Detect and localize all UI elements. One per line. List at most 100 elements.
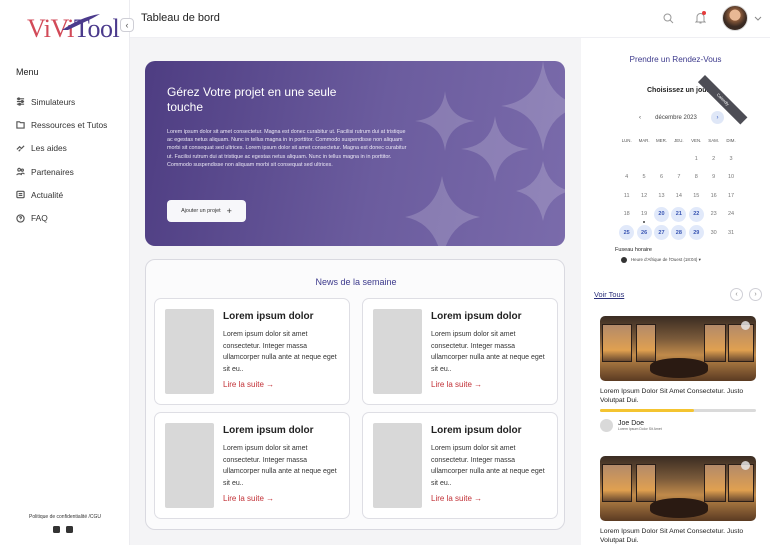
users-icon xyxy=(16,167,25,176)
right-panel: Prendre un Rendez-Vous Choisissez un jou… xyxy=(581,38,770,545)
read-more-link[interactable]: Lire la suite → xyxy=(223,494,274,503)
question-icon xyxy=(16,213,25,223)
calendar-empty xyxy=(635,150,652,169)
sidebar-item-partenaires[interactable]: Partenaires xyxy=(16,160,107,183)
menu-title: Menu xyxy=(16,67,39,77)
calendar-day: 30 xyxy=(710,229,717,236)
sidebar-item-label: FAQ xyxy=(31,213,48,224)
calendar-day: 14 xyxy=(675,192,682,199)
calendar-day[interactable]: 29 xyxy=(688,224,705,243)
read-more-label: Lire la suite xyxy=(223,494,264,503)
read-more-link[interactable]: Lire la suite → xyxy=(431,380,482,389)
timezone-value: Heure d'Afrique de l'Ouest (18:04) ▾ xyxy=(631,257,701,262)
timezone-select[interactable]: Heure d'Afrique de l'Ouest (18:04) ▾ xyxy=(621,257,701,263)
window-shape xyxy=(636,464,656,502)
arrow-right-icon: → xyxy=(474,380,483,389)
read-more-link[interactable]: Lire la suite → xyxy=(431,494,482,503)
calendar-day[interactable]: 22 xyxy=(688,205,705,224)
table-shape xyxy=(650,498,708,518)
calendar-empty xyxy=(670,150,687,169)
news-thumbnail xyxy=(373,423,422,508)
calendar-day: 12 xyxy=(641,192,648,199)
window-shape xyxy=(728,324,754,362)
sidebar-item-label: Ressources et Tutos xyxy=(31,119,108,130)
window-shape xyxy=(602,464,632,502)
calendar-day: 15 xyxy=(693,192,700,199)
video-thumbnail[interactable] xyxy=(600,456,756,521)
calendar-day[interactable]: 27 xyxy=(653,224,670,243)
calendar-day[interactable]: 26 xyxy=(635,224,652,243)
news-card[interactable]: Lorem ipsum dolor Lorem ipsum dolor sit … xyxy=(362,412,558,519)
topbar: Tableau de bord xyxy=(130,0,770,38)
sidebar-item-simulateurs[interactable]: Simulateurs xyxy=(16,90,107,113)
share-icon[interactable] xyxy=(741,321,750,330)
video-progress xyxy=(600,409,756,412)
calendar-day[interactable]: 21 xyxy=(670,205,687,224)
news-thumbnail xyxy=(165,423,214,508)
read-more-label: Lire la suite xyxy=(431,494,472,503)
calendar-day: 31 xyxy=(727,229,735,236)
video-title: Lorem Ipsum Dolor Sit Amet Consectetur. … xyxy=(600,528,744,544)
calendar-day: 3 xyxy=(729,155,733,162)
calendar-day[interactable]: 28 xyxy=(670,224,687,243)
window-shape xyxy=(636,324,656,362)
timezone-label: Fuseau horaire xyxy=(615,247,652,253)
calendar-day: 6 xyxy=(659,174,663,181)
news-card[interactable]: Lorem ipsum dolor Lorem ipsum dolor sit … xyxy=(154,412,350,519)
avatar[interactable] xyxy=(722,5,748,31)
calendar-day: 8 xyxy=(694,174,698,181)
read-more-label: Lire la suite xyxy=(223,380,264,389)
arrow-right-icon: → xyxy=(266,494,275,503)
news-card[interactable]: Lorem ipsum dolor Lorem ipsum dolor sit … xyxy=(154,298,350,405)
sidebar-item-actualite[interactable]: Actualité xyxy=(16,183,107,206)
share-icon[interactable] xyxy=(741,461,750,470)
search-icon[interactable] xyxy=(663,13,674,24)
linkedin-icon[interactable] xyxy=(53,526,60,533)
sidebar-item-label: Simulateurs xyxy=(31,96,76,107)
sidebar-item-faq[interactable]: FAQ xyxy=(16,206,107,229)
arrow-right-icon: → xyxy=(474,494,483,503)
news-section: News de la semaine Lorem ipsum dolor Lor… xyxy=(145,259,565,530)
window-shape xyxy=(728,464,754,502)
news-card-body: Lorem ipsum dolor sit amet consectetur. … xyxy=(223,331,337,374)
sidebar-item-label: Actualité xyxy=(31,189,64,200)
calendar-day[interactable]: 20 xyxy=(653,205,670,224)
news-card-title: Lorem ipsum dolor xyxy=(431,425,522,436)
sidebar-item-aides[interactable]: Les aides xyxy=(16,137,107,160)
carousel-prev-button[interactable]: ‹ xyxy=(730,288,743,301)
video-thumbnail[interactable] xyxy=(600,316,756,381)
next-month-button[interactable]: › xyxy=(710,111,724,124)
sidebar-item-ressources[interactable]: Ressources et Tutos xyxy=(16,113,107,136)
calendar-day: 10 xyxy=(727,174,735,181)
handshake-icon xyxy=(16,145,25,152)
month-navigation: ‹ décembre 2023 › xyxy=(639,111,724,124)
video-progress-fill xyxy=(600,409,694,412)
hero-description: Lorem ipsum dolor sit amet consectetur. … xyxy=(167,129,407,168)
news-card-body: Lorem ipsum dolor sit amet consectetur. … xyxy=(223,445,337,488)
news-card[interactable]: Lorem ipsum dolor Lorem ipsum dolor sit … xyxy=(362,298,558,405)
see-all-link[interactable]: Voir Tous xyxy=(594,290,624,299)
video-author: Joe Doe Lorem Ipsum Dolor Sit Amet xyxy=(600,419,662,432)
calendar-day[interactable]: 25 xyxy=(618,224,635,243)
collapse-sidebar-button[interactable]: ‹ xyxy=(120,18,134,32)
author-subtitle: Lorem Ipsum Dolor Sit Amet xyxy=(618,427,662,431)
read-more-link[interactable]: Lire la suite → xyxy=(223,380,274,389)
table-shape xyxy=(650,358,708,378)
calendar-day: 17 xyxy=(727,192,735,199)
chevron-down-icon[interactable] xyxy=(754,14,762,22)
news-icon xyxy=(16,191,25,199)
prev-month-button[interactable]: ‹ xyxy=(639,115,641,121)
window-shape xyxy=(704,464,726,502)
youtube-icon[interactable] xyxy=(66,526,73,533)
sidebar-item-label: Partenaires xyxy=(31,166,74,177)
weekday-header: JEU. xyxy=(674,137,684,143)
logo-swoosh-icon xyxy=(62,14,100,30)
weekday-header: LUN. xyxy=(621,137,632,143)
calendar-day: 11 xyxy=(623,192,630,199)
privacy-link[interactable]: Politique de confidentialité /CGU xyxy=(0,514,130,520)
news-card-title: Lorem ipsum dolor xyxy=(223,311,314,322)
globe-icon xyxy=(621,257,627,263)
folder-icon xyxy=(16,121,25,130)
add-project-button[interactable]: Ajouter un projet + xyxy=(167,200,246,222)
carousel-next-button[interactable]: › xyxy=(749,288,762,301)
